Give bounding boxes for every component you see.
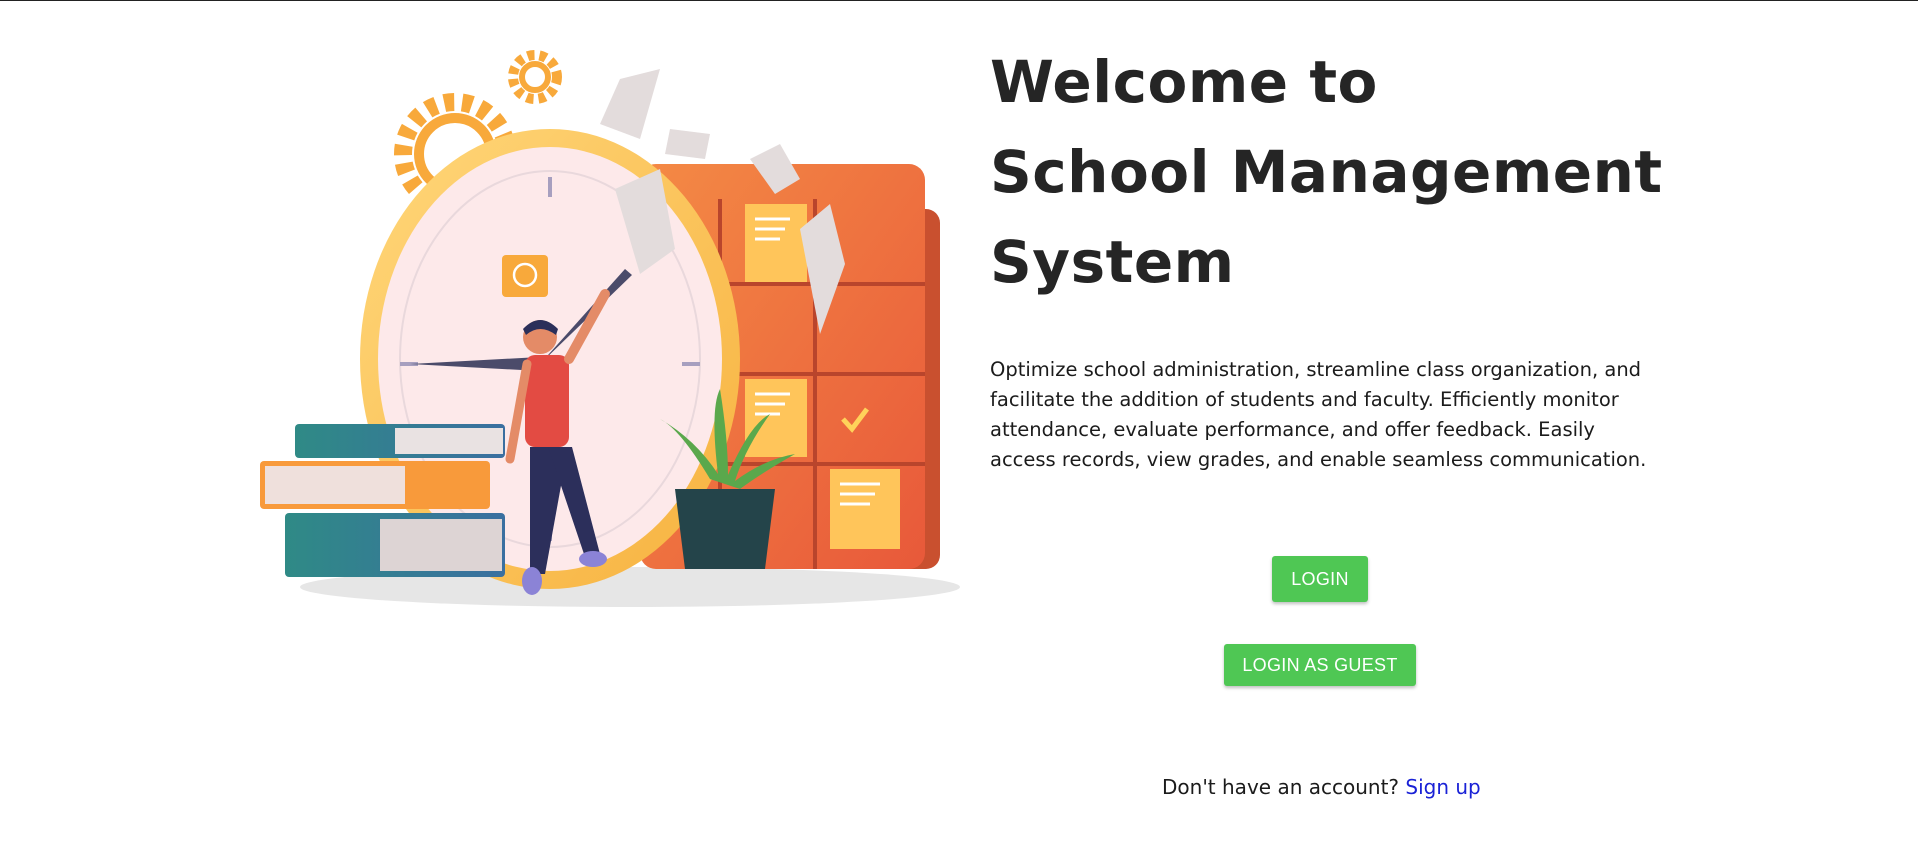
title-line-3: System <box>990 228 1235 296</box>
page-title: Welcome to School Management System <box>990 37 1670 307</box>
signup-prompt-text: Don't have an account? <box>1162 775 1400 799</box>
description-text: Optimize school administration, streamli… <box>990 358 1647 471</box>
title-line-1: Welcome to <box>990 48 1378 116</box>
signup-prompt: Don't have an account? Sign up <box>1162 775 1481 799</box>
welcome-section: Welcome to School Management System Opti… <box>990 37 1670 495</box>
signup-link[interactable]: Sign up <box>1405 775 1480 799</box>
hero-illustration <box>240 29 960 629</box>
login-button[interactable]: LOGIN <box>1272 556 1368 602</box>
login-as-guest-button[interactable]: LOGIN AS GUEST <box>1224 644 1416 686</box>
title-line-2: School Management <box>990 138 1663 206</box>
